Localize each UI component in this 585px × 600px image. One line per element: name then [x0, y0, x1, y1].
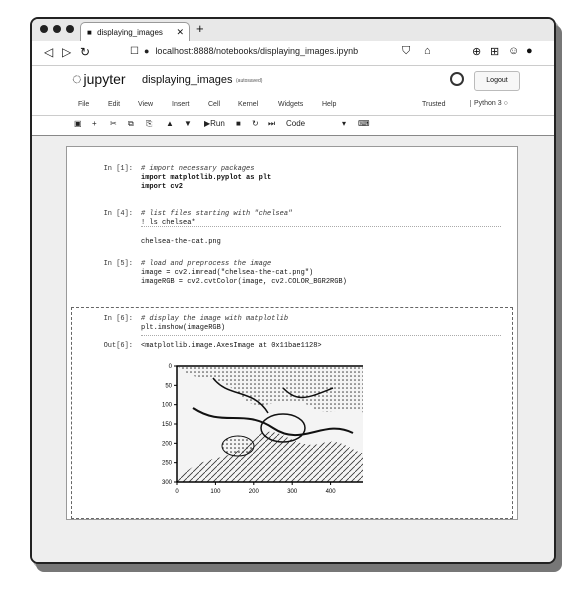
menu-edit[interactable]: Edit [108, 101, 120, 108]
bookmark-page-icon[interactable]: ☐ [130, 46, 139, 57]
new-tab-icon[interactable]: + [196, 21, 204, 36]
jupyter-logo-icon: ◌ [72, 71, 82, 88]
close-icon[interactable]: ✕ [176, 23, 184, 42]
x-tick-label: 400 [326, 489, 337, 495]
y-tick-label: 200 [162, 441, 173, 447]
jupyter-logo-text: jupyter [83, 71, 126, 87]
move-up-icon[interactable]: ▲ [166, 119, 174, 128]
code-line: # import necessary packages [141, 165, 255, 173]
restart-icon[interactable]: ↻ [252, 119, 259, 128]
code-line: imageRGB = cv2.cvtColor(image, cv2.COLOR… [141, 278, 347, 286]
code-line: # list files starting with "chelsea" [141, 210, 293, 218]
cell-code[interactable]: # display the image with matplotlib plt.i… [141, 315, 288, 333]
extension-icon[interactable]: ⌂ [424, 45, 431, 57]
code-line: image = cv2.imread("chelsea-the-cat.png"… [141, 269, 314, 277]
autosave-status: (autosaved) [236, 78, 263, 84]
cell-prompt: In [1]: [103, 165, 133, 173]
cell-divider [141, 226, 501, 227]
displayed-image [177, 366, 363, 482]
url-text: localhost:8888/notebooks/displaying_imag… [155, 46, 359, 56]
x-tick-label: 100 [210, 489, 221, 495]
move-down-icon[interactable]: ▼ [184, 119, 192, 128]
notebook-page: In [1]: # import necessary packages impor… [66, 146, 518, 520]
cell-output: <matplotlib.image.AxesImage at 0x11bae11… [141, 342, 322, 350]
notebook-name[interactable]: displaying_images [142, 74, 233, 86]
cell-prompt: In [4]: [103, 210, 133, 218]
pocket-icon[interactable]: ⊕ [472, 45, 481, 58]
trusted-indicator[interactable]: Trusted [422, 101, 445, 108]
paste-icon[interactable]: ⎘ [146, 119, 152, 129]
cell-divider [141, 335, 501, 336]
y-tick-label: 100 [162, 403, 173, 409]
cut-icon[interactable]: ✂ [110, 119, 117, 128]
code-line: plt.imshow(imageRGB) [141, 324, 226, 332]
menu-file[interactable]: File [78, 101, 89, 108]
image-plot: 0100200300400500050100150200250300 [162, 364, 363, 495]
restart-run-icon[interactable]: ⏭ [268, 119, 275, 129]
url-bar: ◁ ▷ ↻ ☐ ● localhost:8888/notebooks/displa… [32, 41, 554, 66]
info-icon: ● [144, 46, 150, 56]
y-tick-label: 300 [162, 480, 173, 486]
kernel-name: Python 3 [474, 100, 502, 107]
menu-view[interactable]: View [138, 101, 153, 108]
jupyter-header: ◌ jupyter displaying_images (autosaved) L… [32, 66, 554, 96]
shield-icon[interactable]: ⛉ [402, 45, 410, 58]
cell-prompt: In [5]: [103, 260, 133, 268]
x-tick-label: 200 [249, 489, 260, 495]
kernel-indicator: Python 3 ○ [470, 100, 508, 107]
back-icon[interactable]: ◁ [44, 45, 53, 59]
logout-button[interactable]: Logout [474, 71, 520, 91]
tab-bar: ■ displaying_images ✕ + [32, 19, 554, 42]
jupyter-logo[interactable]: ◌ jupyter [72, 71, 126, 89]
y-tick-label: 250 [162, 461, 173, 467]
save-icon[interactable]: ▣ [74, 119, 82, 128]
x-tick-label: 300 [287, 489, 298, 495]
chevron-down-icon[interactable]: ▾ [342, 119, 346, 128]
library-icon[interactable]: ⊞ [490, 45, 499, 58]
output-prompt: Out[6]: [103, 342, 133, 350]
add-cell-icon[interactable]: + [92, 119, 97, 128]
run-label: Run [210, 119, 225, 128]
browser-tab[interactable]: ■ displaying_images ✕ [80, 22, 190, 41]
run-button[interactable]: ▶Run [204, 119, 225, 128]
code-line: # display the image with matplotlib [141, 315, 289, 323]
code-line: import cv2 [141, 183, 184, 191]
cell-type-select[interactable]: Code [286, 119, 305, 128]
menu-widgets[interactable]: Widgets [278, 101, 303, 108]
kernel-idle-icon: ○ [503, 100, 508, 107]
cell-output: chelsea-the-cat.png [141, 238, 221, 246]
reload-icon[interactable]: ↻ [80, 45, 90, 59]
browser-window: ■ displaying_images ✕ + ◁ ▷ ↻ ☐ ● localho… [30, 17, 556, 564]
menu-kernel[interactable]: Kernel [238, 101, 258, 108]
close-window-dot[interactable] [40, 25, 48, 33]
keyboard-icon[interactable]: ⌨ [358, 119, 370, 128]
copy-icon[interactable]: ⧉ [128, 119, 134, 129]
menu-cell[interactable]: Cell [208, 101, 220, 108]
cell-code[interactable]: # load and preprocess the image image = c… [141, 260, 347, 287]
account-icon[interactable]: ☺ [508, 45, 519, 57]
menu-help[interactable]: Help [322, 101, 336, 108]
menu-insert[interactable]: Insert [172, 101, 190, 108]
cell-prompt: In [6]: [103, 315, 133, 323]
notebook-toolbar: ▣ + ✂ ⧉ ⎘ ▲ ▼ ▶Run ■ ↻ ⏭ Code ▾ ⌨ [32, 115, 554, 136]
menu-icon[interactable]: ● [526, 45, 533, 57]
notebook-area: In [1]: # import necessary packages impor… [32, 136, 554, 562]
stop-icon[interactable]: ■ [236, 119, 241, 128]
y-tick-label: 0 [169, 364, 173, 370]
minimize-window-dot[interactable] [53, 25, 61, 33]
cell-code[interactable]: # import necessary packages import matplo… [141, 165, 271, 192]
forward-icon[interactable]: ▷ [62, 45, 71, 59]
tab-title: displaying_images [97, 28, 163, 37]
x-tick-label: 0 [175, 489, 179, 495]
code-line: import matplotlib.pyplot as plt [141, 174, 272, 182]
menu-bar: File Edit View Insert Cell Kernel Widget… [32, 97, 554, 116]
bookmark-icon: ■ [87, 28, 92, 37]
address-field[interactable]: ● localhost:8888/notebooks/displaying_ima… [144, 46, 358, 56]
code-line: # load and preprocess the image [141, 260, 272, 268]
y-tick-label: 50 [165, 383, 172, 389]
y-tick-label: 150 [162, 422, 173, 428]
python-logo-icon [450, 72, 464, 86]
maximize-window-dot[interactable] [66, 25, 74, 33]
image-region [221, 435, 255, 457]
